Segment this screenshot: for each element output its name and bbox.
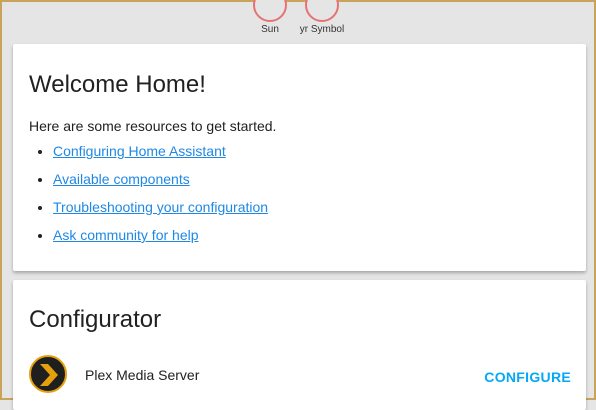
plex-logo-icon	[29, 355, 67, 393]
configurator-title: Configurator	[29, 306, 162, 333]
configurator-item-name: Plex Media Server	[85, 367, 200, 383]
list-item: Troubleshooting your configuration	[53, 199, 268, 215]
welcome-card: Welcome Home! Here are some resources to…	[13, 44, 586, 271]
link-configuring-home-assistant[interactable]: Configuring Home Assistant	[53, 143, 226, 159]
link-available-components[interactable]: Available components	[53, 171, 190, 187]
link-ask-community[interactable]: Ask community for help	[53, 227, 199, 243]
list-item: Ask community for help	[53, 227, 268, 243]
sun-badge-icon	[253, 0, 287, 22]
badge-yr-symbol[interactable]: yr Symbol	[290, 0, 354, 35]
configurator-row: Plex Media Server CONFIGURE	[29, 355, 571, 397]
badge-label: yr Symbol	[299, 24, 345, 35]
welcome-title: Welcome Home!	[29, 71, 206, 98]
chevron-right-icon	[40, 364, 58, 386]
resource-links: Configuring Home Assistant Available com…	[37, 143, 268, 255]
configure-button[interactable]: CONFIGURE	[484, 369, 571, 385]
badge-bar: Sun yr Symbol	[2, 0, 594, 42]
configurator-card: Configurator Plex Media Server CONFIGURE	[13, 280, 586, 410]
list-item: Available components	[53, 171, 268, 187]
yr-symbol-badge-icon	[305, 0, 339, 22]
list-item: Configuring Home Assistant	[53, 143, 268, 159]
welcome-intro: Here are some resources to get started.	[29, 118, 277, 134]
link-troubleshooting[interactable]: Troubleshooting your configuration	[53, 199, 268, 215]
